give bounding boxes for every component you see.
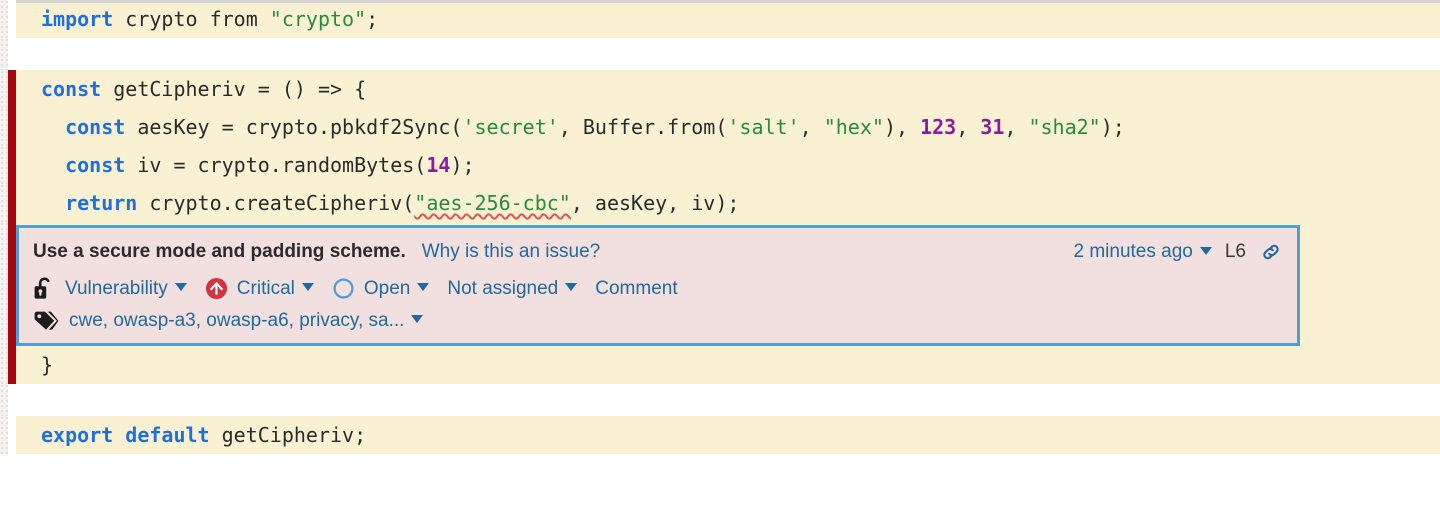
issue-flag-bar (8, 108, 16, 146)
severity-critical-arrow-up-icon (205, 277, 228, 300)
line-gutter (0, 146, 8, 184)
issue-header-right: 2 minutes ago L6 (1074, 240, 1284, 264)
issue-tags-label: cwe, owasp-a3, owasp-a6, privacy, sa... (69, 310, 405, 331)
code-line-content[interactable]: export default getCipheriv; (16, 416, 1440, 454)
issue-title: Use a secure mode and padding scheme. (33, 241, 406, 262)
code-blank-row (0, 384, 1440, 416)
code-line-content[interactable]: const aesKey = crypto.pbkdf2Sync('secret… (16, 108, 1440, 146)
chevron-down-icon (565, 282, 578, 291)
code-blank-row (0, 38, 1440, 70)
code-line-content (16, 384, 1440, 416)
issue-comment-label: Comment (595, 277, 678, 299)
issue-comment-button[interactable]: Comment (595, 278, 677, 300)
line-gutter (0, 0, 8, 38)
issue-flag-bar (8, 222, 16, 346)
issue-box-container: Use a secure mode and padding scheme. Wh… (16, 222, 1440, 346)
line-gutter (0, 416, 8, 454)
issue-tags-dropdown[interactable]: cwe, owasp-a3, owasp-a6, privacy, sa... (33, 310, 1283, 332)
issue-severity-dropdown[interactable]: Critical (205, 277, 314, 300)
issue-line-ref: L6 (1224, 241, 1246, 262)
why-is-this-an-issue-link[interactable]: Why is this an issue? (422, 241, 600, 263)
code-line-row: export default getCipheriv; (0, 416, 1440, 454)
code-line-row: } (0, 346, 1440, 384)
code-line-row: return crypto.createCipheriv("aes-256-cb… (0, 184, 1440, 222)
issue-severity-label: Critical (236, 277, 295, 299)
issue-flag-bar (8, 384, 16, 416)
issue-row: Use a secure mode and padding scheme. Wh… (0, 222, 1440, 346)
issue-age-dropdown[interactable]: 2 minutes ago (1074, 241, 1212, 263)
code-line-content (16, 38, 1440, 70)
code-line-content[interactable]: } (16, 346, 1440, 384)
issue-age-label: 2 minutes ago (1073, 241, 1193, 262)
line-gutter (0, 384, 8, 416)
issue-flag-bar (8, 70, 16, 108)
issue-header-left: Use a secure mode and padding scheme. Wh… (33, 241, 600, 263)
line-gutter (0, 184, 8, 222)
issue-type-dropdown[interactable]: Vulnerability (33, 276, 187, 301)
issue-attributes-row: Vulnerability Critical Open Not assigned… (33, 276, 1283, 301)
line-gutter (0, 222, 8, 346)
issue-assignee-dropdown[interactable]: Not assigned (447, 277, 578, 300)
open-circle-icon (332, 277, 355, 300)
chevron-down-icon (411, 315, 424, 323)
chevron-down-icon (174, 282, 187, 291)
issue-assignee-label: Not assigned (447, 277, 559, 299)
code-line-row: const getCipheriv = () => { (0, 70, 1440, 108)
issue-status-dropdown[interactable]: Open (332, 277, 430, 300)
code-line-row: import crypto from "crypto"; (0, 0, 1440, 38)
code-viewer: import crypto from "crypto"; const getCi… (0, 0, 1440, 532)
issue-flag-bar (8, 346, 16, 384)
line-gutter (0, 108, 8, 146)
line-gutter (0, 38, 8, 70)
code-line-row: const iv = crypto.randomBytes(14); (0, 146, 1440, 184)
issue-flag-bar (8, 416, 16, 454)
chevron-down-icon (417, 282, 430, 291)
line-gutter (0, 70, 8, 108)
issue-header: Use a secure mode and padding scheme. Wh… (33, 240, 1283, 264)
link-chain-icon[interactable] (1259, 240, 1283, 264)
line-gutter (0, 346, 8, 384)
code-line-content[interactable]: import crypto from "crypto"; (16, 0, 1440, 38)
issue-flag-bar (8, 38, 16, 70)
issue-flag-bar (8, 0, 16, 38)
chevron-down-icon (301, 282, 314, 291)
issue-flag-bar (8, 146, 16, 184)
viewer-top-divider (16, 0, 1440, 3)
open-padlock-icon (33, 276, 56, 301)
chevron-down-icon (1199, 246, 1212, 255)
issue-flag-bar (8, 184, 16, 222)
code-line-content[interactable]: const iv = crypto.randomBytes(14); (16, 146, 1440, 184)
code-line-content[interactable]: return crypto.createCipheriv("aes-256-cb… (16, 184, 1440, 222)
code-line-row: const aesKey = crypto.pbkdf2Sync('secret… (0, 108, 1440, 146)
issue-status-label: Open (363, 277, 411, 299)
code-line-content[interactable]: const getCipheriv = () => { (16, 70, 1440, 108)
issue-type-label: Vulnerability (65, 277, 168, 299)
issue-card: Use a secure mode and padding scheme. Wh… (16, 225, 1300, 346)
tag-icon (33, 310, 59, 332)
